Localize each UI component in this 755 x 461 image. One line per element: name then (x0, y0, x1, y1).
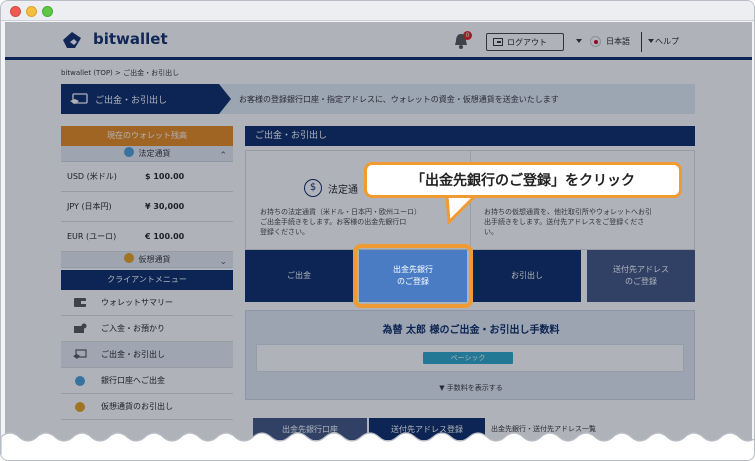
torn-edge (1, 432, 754, 460)
balance-currency: JPY (日本円) (67, 202, 112, 211)
sidebar-item-wallet-summary[interactable]: ウォレットサマリー (61, 290, 233, 316)
sidebar-item-bank-withdraw[interactable]: 銀行口座へご出金 (61, 368, 233, 394)
sidebar-item-label: 仮想通貨のお引出し (101, 402, 173, 411)
chevron-down-icon[interactable] (648, 39, 654, 43)
fee-title: 為替 太郎 様のご出金・お引出し手数料 (382, 325, 560, 336)
sidebar-item-crypto-withdraw[interactable]: 仮想通貨のお引出し (61, 394, 233, 420)
tab-label: ご出金 (287, 271, 311, 280)
logout-icon (493, 38, 503, 46)
balance-row: JPY (日本円) ¥ 30,000 (61, 192, 233, 222)
wallet-icon (74, 298, 86, 307)
fee-box: ベーシック (256, 344, 684, 372)
dollar-icon: $ (304, 179, 322, 197)
breadcrumb[interactable]: bitwallet (TOP) > ご出金・お引出し (61, 68, 179, 78)
fee-plan-badge: ベーシック (423, 352, 513, 364)
show-fees-link[interactable]: ▼ 手数料を表示する (246, 383, 696, 393)
balance-amount: ¥ 30,000 (145, 202, 185, 211)
highlight-frame (353, 244, 473, 308)
banner-arrow (219, 84, 231, 114)
withdraw-icon (70, 93, 88, 104)
fiat-section-title: 法定通貨 (138, 149, 171, 158)
tab-crypto-withdraw[interactable]: お引出し (473, 250, 581, 302)
chevron-up-icon[interactable]: ⌃ (219, 148, 227, 164)
banner-label: ご出金・お引出し (61, 84, 219, 114)
crypto-section-header[interactable]: 仮想通貨 ⌄ (61, 252, 233, 268)
callout-text: 「出金先銀行のご登録」をクリック (411, 173, 635, 189)
balance-currency: USD (米ドル) (67, 172, 117, 181)
fiat-card-title: 法定通 (328, 185, 358, 196)
sidebar-item-label: ご出金・お引出し (101, 350, 165, 359)
balance-currency: EUR (ユーロ) (67, 232, 117, 241)
page: bitwallet 0 ログアウト 日本語 ヘルプ bitwallet (TOP… (5, 22, 752, 460)
balance-amount: $ 100.00 (145, 172, 185, 181)
main-title: ご出金・お引出し (245, 126, 695, 146)
crypto-coin-icon (75, 401, 85, 412)
main-content: ご出金・お引出し $ 法定通 お持ちの法定通貨（米ドル・日本円・欧州ユーロ） ご… (245, 126, 695, 251)
balance-row: EUR (ユーロ) € 100.00 (61, 222, 233, 252)
crypto-card-text: お持ちの仮想通貨を、他社取引所やウォレットへお引 出手続きをします。送付先アドレ… (484, 208, 652, 236)
logo-text[interactable]: bitwallet (93, 30, 168, 48)
bitwallet-logo-icon[interactable] (61, 30, 85, 50)
language-selector[interactable]: 日本語 (606, 36, 630, 47)
japan-flag-icon (590, 36, 601, 47)
logout-label: ログアウト (507, 37, 547, 47)
sidebar-item-deposit[interactable]: ご入金・お預かり (61, 316, 233, 342)
fiat-coin-icon (75, 375, 85, 386)
logout-button[interactable]: ログアウト (486, 33, 564, 51)
deposit-icon (74, 323, 87, 333)
chevron-down-icon[interactable] (576, 39, 582, 43)
banner-title: ご出金・お引出し (95, 95, 168, 106)
browser-window: bitwallet 0 ログアウト 日本語 ヘルプ bitwallet (TOP… (0, 0, 755, 461)
tab-register-address[interactable]: 送付先アドレス のご登録 (587, 250, 695, 302)
title-bar (1, 1, 754, 21)
maximize-window-button[interactable] (42, 6, 53, 17)
tab-label: お引出し (511, 271, 543, 280)
balance-row: USD (米ドル) $ 100.00 (61, 162, 233, 192)
balance-title: 現在のウォレット残高 (61, 126, 233, 146)
sidebar-item-withdraw[interactable]: ご出金・お引出し (61, 342, 233, 368)
crypto-coin-icon (123, 253, 134, 263)
sidebar: 現在のウォレット残高 法定通貨 ⌃ USD (米ドル) $ 100.00 JPY… (61, 126, 233, 420)
sidebar-item-label: 銀行口座へご出金 (101, 376, 165, 385)
balance-amount: € 100.00 (145, 232, 185, 241)
crypto-section-title: 仮想通貨 (138, 255, 171, 264)
withdraw-icon (73, 349, 87, 359)
help-link[interactable]: ヘルプ (655, 36, 679, 47)
tab-withdraw[interactable]: ご出金 (245, 250, 353, 302)
banner-description: お客様の登録銀行口座・指定アドレスに、ウォレットの資金・仮想通貨を送金いたします (239, 95, 559, 104)
notification-badge: 0 (463, 31, 472, 40)
fee-panel: 為替 太郎 様のご出金・お引出し手数料 ベーシック ▼ 手数料を表示する (245, 310, 695, 400)
sidebar-item-label: ご入金・お預かり (101, 324, 165, 333)
fiat-card-text: お持ちの法定通貨（米ドル・日本円・欧州ユーロ） ご出金手続きをします。お客様の出… (260, 208, 421, 236)
tab-label: 送付先アドレス のご登録 (613, 265, 669, 286)
chevron-down-icon[interactable]: ⌄ (219, 254, 227, 270)
sidebar-item-label: ウォレットサマリー (101, 298, 173, 307)
page-banner: ご出金・お引出し お客様の登録銀行口座・指定アドレスに、ウォレットの資金・仮想通… (61, 84, 695, 114)
client-menu-title: クライアントメニュー (61, 270, 233, 290)
header-divider (641, 32, 642, 52)
callout-tail (445, 194, 479, 224)
fiat-coin-icon (123, 147, 134, 157)
minimize-window-button[interactable] (26, 6, 37, 17)
instruction-callout: 「出金先銀行のご登録」をクリック (364, 162, 682, 198)
site-header: bitwallet 0 ログアウト 日本語 ヘルプ (5, 22, 752, 60)
fiat-section-header[interactable]: 法定通貨 ⌃ (61, 146, 233, 162)
close-window-button[interactable] (10, 6, 21, 17)
